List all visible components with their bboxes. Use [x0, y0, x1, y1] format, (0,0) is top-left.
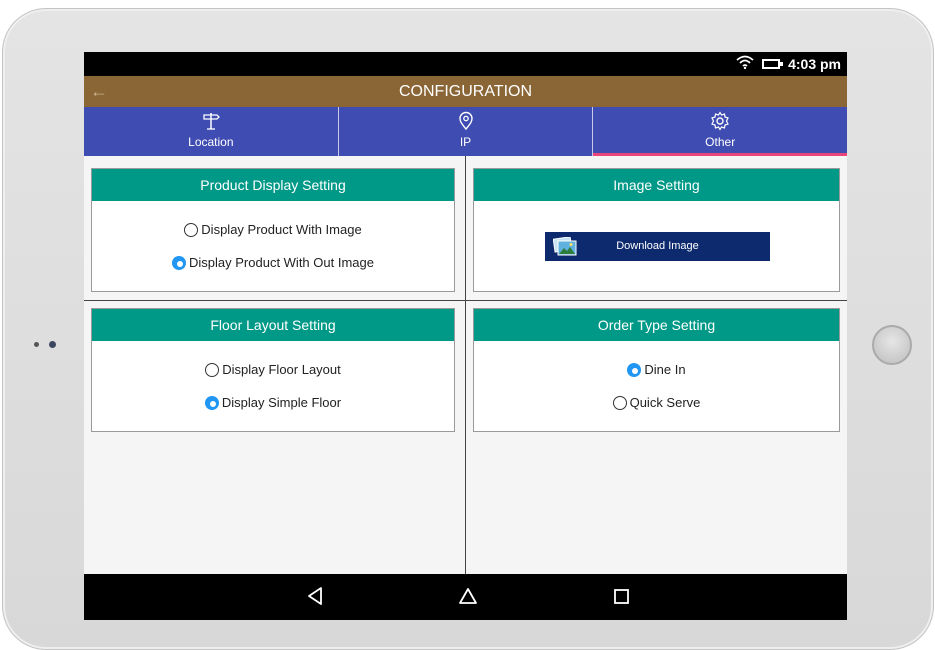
nav-recents-icon[interactable]	[613, 586, 631, 611]
card-title: Order Type Setting	[474, 309, 839, 341]
settings-content: Product Display Setting Display Product …	[84, 156, 847, 574]
signpost-icon	[84, 111, 338, 133]
radio-checked-icon[interactable]	[204, 395, 219, 410]
image-setting-card: Image Setting Download Image	[473, 168, 840, 292]
radio-unchecked-icon[interactable]	[184, 222, 199, 237]
status-time: 4:03 pm	[788, 55, 841, 72]
radio-checked-icon[interactable]	[627, 362, 642, 377]
vertical-divider	[465, 156, 466, 574]
radio-option-without-image[interactable]: Display Product With Out Image	[92, 255, 454, 270]
tab-label: Location	[188, 135, 234, 149]
wifi-icon	[736, 55, 754, 72]
page-title: CONFIGURATION	[398, 83, 533, 100]
screen: 4:03 pm ← CONFIGURATION Location IP Othe…	[84, 52, 847, 620]
radio-label: Display Floor Layout	[222, 362, 341, 377]
tab-ip[interactable]: IP	[339, 107, 594, 156]
sensor-dot	[34, 342, 39, 347]
tab-other[interactable]: Other	[593, 107, 847, 156]
tab-bar: Location IP Other	[84, 107, 847, 156]
card-title: Image Setting	[474, 169, 839, 201]
order-type-card: Order Type Setting Dine In Quick Serve	[473, 308, 840, 432]
nav-back-icon[interactable]	[306, 586, 324, 611]
radio-option-dine-in[interactable]: Dine In	[474, 362, 839, 377]
system-nav-bar	[84, 574, 847, 620]
image-gallery-icon	[552, 236, 577, 268]
location-pin-icon	[339, 111, 593, 133]
tab-location[interactable]: Location	[84, 107, 339, 156]
radio-option-floor-layout[interactable]: Display Floor Layout	[92, 362, 454, 377]
radio-option-quick-serve[interactable]: Quick Serve	[474, 395, 839, 410]
download-image-label: Download Image	[616, 240, 699, 252]
radio-unchecked-icon[interactable]	[612, 395, 627, 410]
nav-home-icon[interactable]	[458, 586, 478, 611]
radio-label: Quick Serve	[629, 395, 701, 410]
radio-unchecked-icon[interactable]	[205, 362, 220, 377]
radio-option-simple-floor[interactable]: Display Simple Floor	[92, 395, 454, 410]
tab-label: Other	[705, 135, 736, 149]
download-image-button[interactable]: Download Image	[545, 232, 770, 261]
radio-label: Display Product With Out Image	[189, 255, 374, 270]
battery-icon	[762, 58, 784, 69]
front-camera	[49, 341, 56, 348]
card-title: Product Display Setting	[92, 169, 454, 201]
radio-label: Display Product With Image	[201, 222, 362, 237]
radio-label: Dine In	[644, 362, 686, 377]
gear-icon	[593, 111, 847, 133]
floor-layout-card: Floor Layout Setting Display Floor Layou…	[91, 308, 455, 432]
hardware-home-button[interactable]	[872, 325, 912, 365]
radio-option-with-image[interactable]: Display Product With Image	[92, 222, 454, 237]
card-title: Floor Layout Setting	[92, 309, 454, 341]
radio-label: Display Simple Floor	[221, 395, 342, 410]
status-bar: 4:03 pm	[84, 52, 847, 76]
horizontal-divider	[84, 300, 847, 301]
radio-checked-icon[interactable]	[172, 255, 187, 270]
back-arrow-icon[interactable]: ←	[90, 76, 108, 107]
product-display-card: Product Display Setting Display Product …	[91, 168, 455, 292]
tab-label: IP	[459, 135, 472, 149]
title-bar: ← CONFIGURATION	[84, 76, 847, 107]
